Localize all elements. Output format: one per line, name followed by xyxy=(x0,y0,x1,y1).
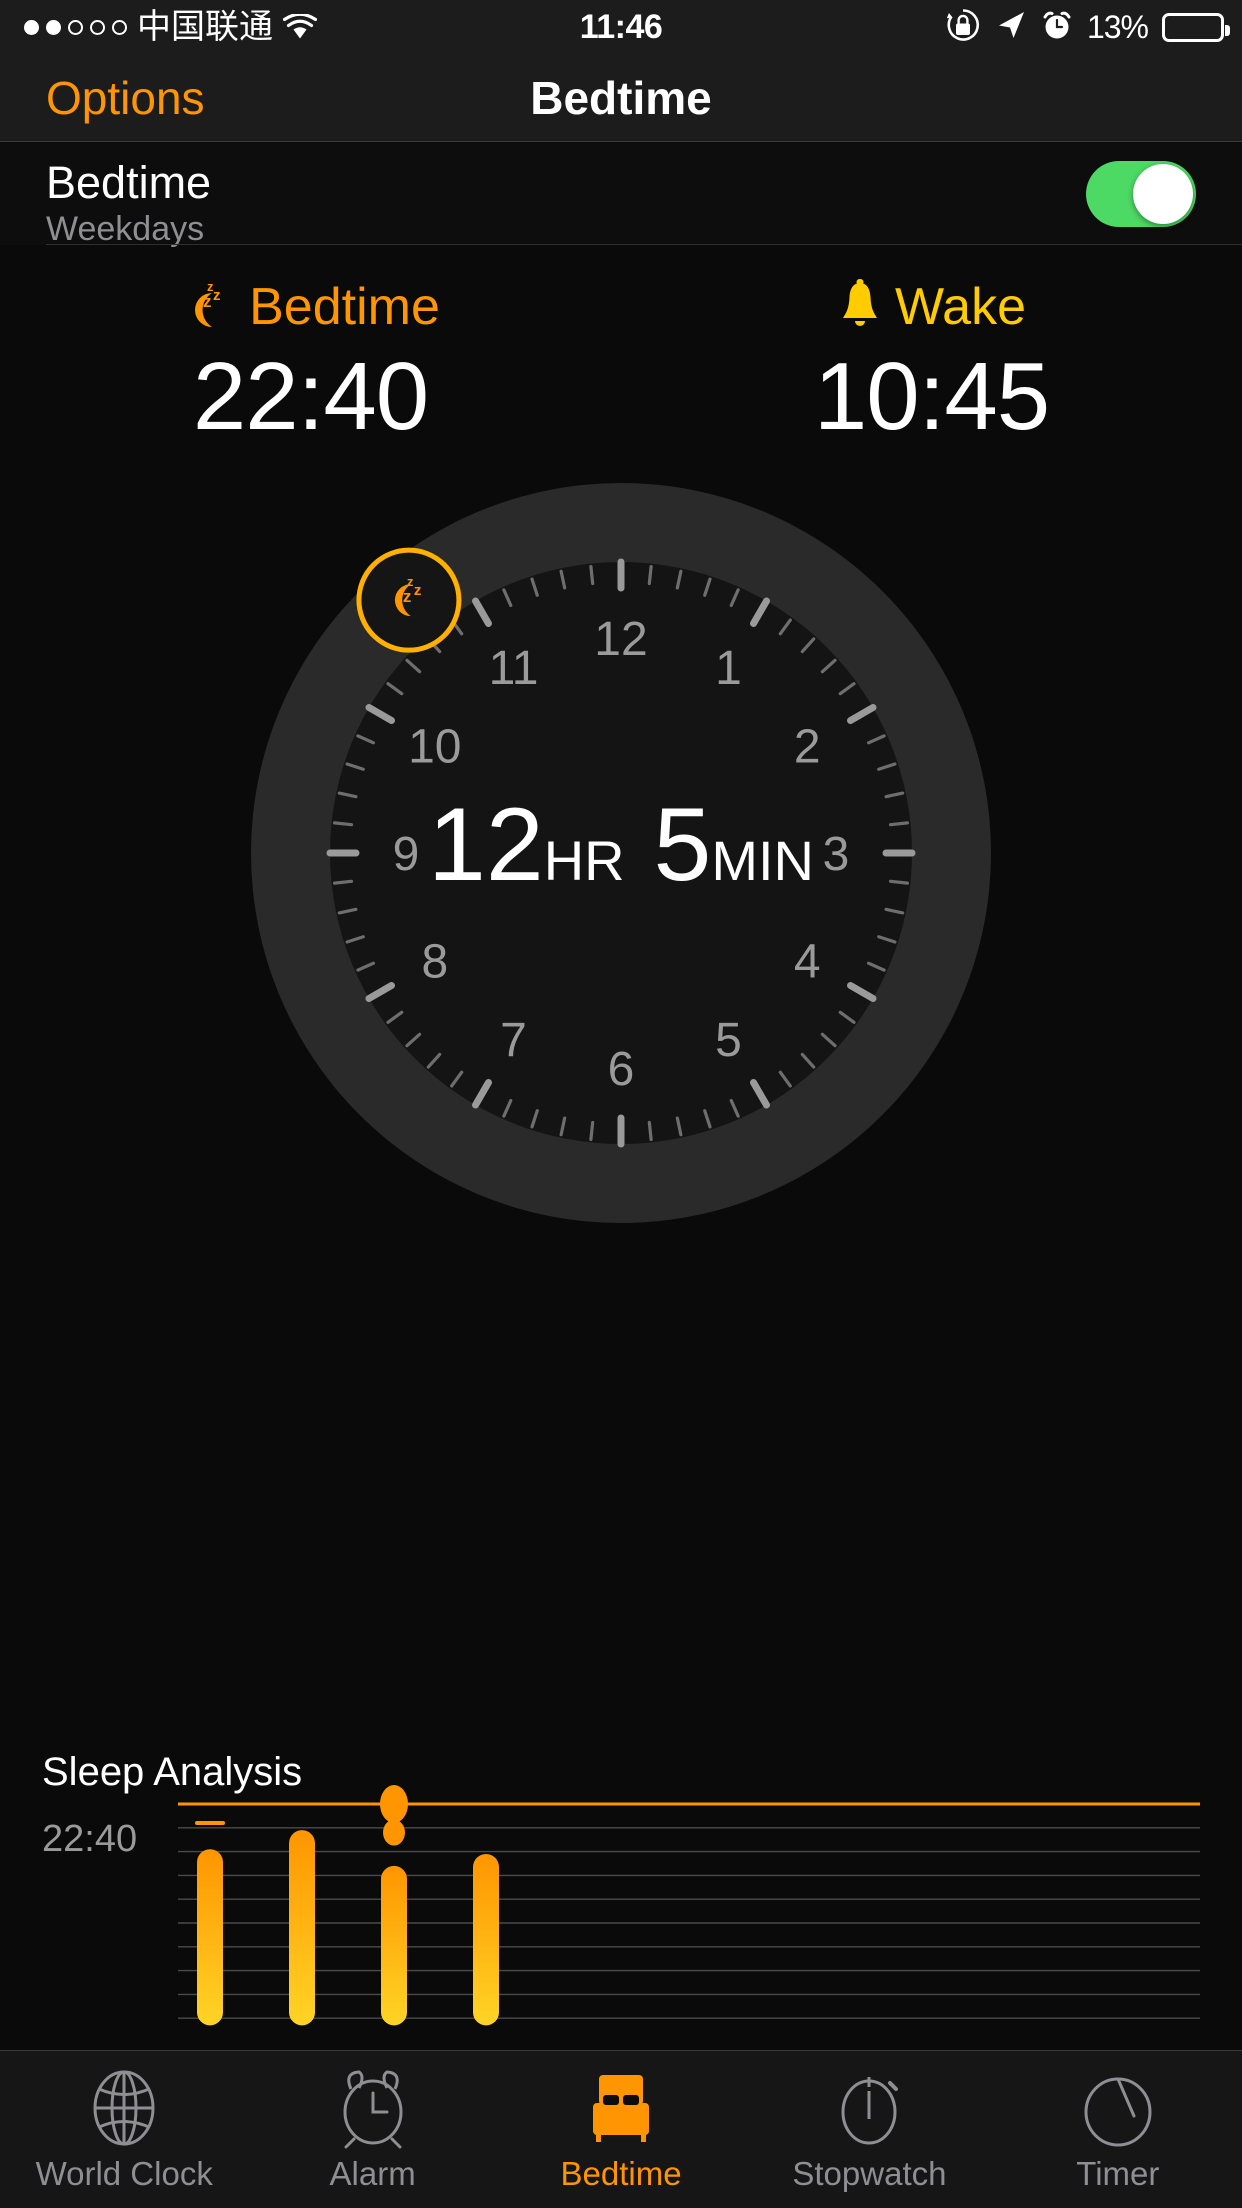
dial-hour-7: 7 xyxy=(500,1014,527,1067)
status-bar: 中国联通 11:46 13% xyxy=(0,0,1242,54)
tab-label-stopwatch: Stopwatch xyxy=(792,2154,947,2192)
svg-text:z: z xyxy=(414,582,422,599)
alarm-clock-icon xyxy=(332,2067,414,2149)
sleep-analysis-section: Sleep Analysis 22:40 xyxy=(0,1742,1242,2050)
tab-timer[interactable]: Timer xyxy=(994,2051,1242,2208)
dial-hour-12: 12 xyxy=(594,613,647,666)
wake-label: Wake xyxy=(895,278,1026,336)
dial-svg[interactable]: 121234567891011 z z z 12HR 5MIN xyxy=(0,480,1242,1240)
bedtime-switch[interactable] xyxy=(1086,161,1196,227)
page-title: Bedtime xyxy=(530,71,712,124)
svg-text:z: z xyxy=(403,587,412,606)
navigation-bar: Options Bedtime xyxy=(0,54,1242,142)
bedtime-column[interactable]: z z z Bedtime 22:40 xyxy=(0,272,621,472)
tab-label-world-clock: World Clock xyxy=(35,2154,213,2192)
bedtime-heading: z z z Bedtime xyxy=(0,272,621,342)
svg-text:z: z xyxy=(213,287,221,304)
tab-alarm[interactable]: Alarm xyxy=(248,2051,496,2208)
dial-hour-5: 5 xyxy=(715,1014,742,1067)
dial-hour-6: 6 xyxy=(608,1043,635,1096)
row-divider xyxy=(46,244,1242,245)
dial-hour-3: 3 xyxy=(823,828,850,881)
tab-bar: World Clock Alarm Bedtime Stopwatch Time… xyxy=(0,2050,1242,2208)
tab-label-alarm: Alarm xyxy=(329,2154,416,2192)
chart-dot-mark xyxy=(383,1819,405,1846)
dial-hour-2: 2 xyxy=(794,721,821,774)
dial-hour-9: 9 xyxy=(393,828,420,881)
globe-icon xyxy=(83,2067,165,2149)
chart-bar xyxy=(289,1830,315,2026)
chart-bar xyxy=(197,1849,223,2026)
wake-value: 10:45 xyxy=(813,343,1050,450)
tab-label-bedtime: Bedtime xyxy=(560,2154,682,2192)
tab-label-timer: Timer xyxy=(1076,2154,1160,2192)
bedtime-toggle-title: Bedtime xyxy=(46,157,212,208)
bedtime-handle[interactable]: z z z xyxy=(356,547,462,653)
rotation-lock-icon xyxy=(945,7,981,48)
battery-icon xyxy=(1162,12,1230,42)
bed-icon xyxy=(580,2067,662,2149)
bedtime-value: 22:40 xyxy=(192,343,429,450)
schedule-summary: z z z Bedtime 22:40 Wake 10:45 xyxy=(0,272,1242,472)
bedtime-toggle-row: Bedtime Weekdays xyxy=(0,143,1242,248)
bell-icon xyxy=(837,278,883,336)
dial-hour-1: 1 xyxy=(715,642,742,695)
stopwatch-icon xyxy=(828,2067,910,2149)
wake-column[interactable]: Wake 10:45 xyxy=(621,272,1242,472)
tab-world-clock[interactable]: World Clock xyxy=(0,2051,248,2208)
status-bar-right: 13% xyxy=(945,7,1230,48)
dial-hour-8: 8 xyxy=(421,936,448,989)
chart-gridlines xyxy=(178,1802,1200,2019)
moon-zzz-icon: z z z xyxy=(181,277,237,338)
chart-dot-mark xyxy=(380,1785,408,1823)
chart-bar xyxy=(381,1865,407,2026)
battery-percent-label: 13% xyxy=(1086,8,1149,45)
timer-icon xyxy=(1077,2067,1159,2149)
tab-stopwatch[interactable]: Stopwatch xyxy=(745,2051,993,2208)
bedtime-screen: 中国联通 11:46 13% Options Bedtime Bedtime W… xyxy=(0,0,1242,2208)
dial-hour-11: 11 xyxy=(489,642,539,695)
dial-hour-10: 10 xyxy=(408,721,461,774)
sleep-analysis-chart[interactable] xyxy=(0,1742,1242,2050)
dial-hour-4: 4 xyxy=(794,936,821,989)
switch-knob xyxy=(1133,164,1193,224)
tab-bedtime[interactable]: Bedtime xyxy=(497,2051,745,2208)
svg-text:z: z xyxy=(203,292,212,311)
bedtime-label: Bedtime xyxy=(249,278,440,336)
bedtime-dial[interactable]: 12 1 2 3 4 5 6 7 8 9 10 11 z z z 12HR 5MIN xyxy=(0,480,1242,1240)
location-arrow-icon xyxy=(995,9,1027,46)
bedtime-toggle-text: Bedtime Weekdays xyxy=(46,159,211,249)
chart-bars xyxy=(197,1830,499,2026)
chart-bar xyxy=(473,1853,499,2026)
wake-heading: Wake xyxy=(621,272,1242,342)
alarm-clock-icon xyxy=(1041,9,1073,46)
